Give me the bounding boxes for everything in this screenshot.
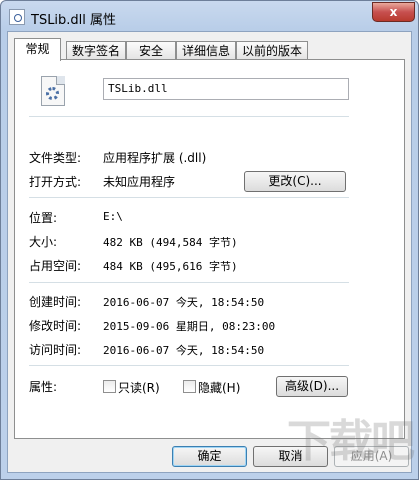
opens-with-label: 打开方式: — [29, 175, 82, 189]
modified-label: 修改时间: — [29, 319, 82, 333]
accessed-label: 访问时间: — [29, 343, 82, 357]
change-button[interactable]: 更改(C)... — [244, 171, 346, 192]
location-label: 位置: — [29, 211, 58, 225]
size-on-disk-label: 占用空间: — [29, 259, 82, 273]
size-label: 大小: — [29, 235, 58, 249]
tab-general[interactable]: 常规 — [14, 38, 61, 61]
window-title: TSLib.dll 属性 — [31, 13, 117, 28]
separator — [29, 116, 349, 117]
created-value: 2016-06-07 今天, 18:54:50 — [103, 296, 265, 309]
file-type-label: 文件类型: — [29, 151, 82, 165]
tab-digital-signatures[interactable]: 数字签名 — [66, 41, 126, 60]
dll-gear-icon — [41, 76, 65, 106]
tab-security[interactable]: 安全 — [126, 41, 176, 60]
file-name-field[interactable]: TSLib.dll — [103, 78, 349, 100]
attributes-label: 属性: — [29, 380, 58, 394]
created-label: 创建时间: — [29, 295, 82, 309]
properties-window: TSLib.dll 属性 x 常规 数字签名 安全 详细信息 以前的版本 TSL… — [0, 0, 419, 480]
size-value: 482 KB (494,584 字节) — [103, 236, 238, 249]
readonly-label[interactable]: 只读(R) — [118, 379, 160, 396]
accessed-value: 2016-06-07 今天, 18:54:50 — [103, 344, 265, 357]
separator — [29, 282, 349, 283]
modified-value: 2015-09-06 星期日, 08:23:00 — [103, 320, 276, 333]
opens-with-value: 未知应用程序 — [103, 175, 176, 189]
tab-previous-versions[interactable]: 以前的版本 — [236, 41, 308, 60]
title-bar[interactable]: TSLib.dll 属性 x — [1, 1, 418, 31]
hidden-checkbox[interactable] — [183, 380, 196, 393]
apply-button[interactable]: 应用(A) — [334, 446, 409, 467]
tab-details[interactable]: 详细信息 — [176, 41, 236, 60]
close-button[interactable]: x — [372, 2, 415, 22]
hidden-label[interactable]: 隐藏(H) — [198, 379, 240, 396]
separator — [29, 197, 349, 198]
separator — [29, 365, 349, 366]
file-type-value: 应用程序扩展 (.dll) — [103, 151, 207, 165]
readonly-checkbox[interactable] — [103, 380, 116, 393]
file-icon — [9, 9, 25, 25]
advanced-button[interactable]: 高级(D)... — [276, 376, 348, 397]
ok-button[interactable]: 确定 — [172, 446, 247, 467]
dialog-body: 常规 数字签名 安全 详细信息 以前的版本 TSLib.dll 文件类型: 应用… — [7, 31, 412, 473]
size-on-disk-value: 484 KB (495,616 字节) — [103, 260, 238, 273]
cancel-button[interactable]: 取消 — [253, 446, 328, 467]
general-tab-panel: TSLib.dll 文件类型: 应用程序扩展 (.dll) 打开方式: 未知应用… — [14, 59, 405, 439]
location-value: E:\ — [103, 210, 123, 223]
